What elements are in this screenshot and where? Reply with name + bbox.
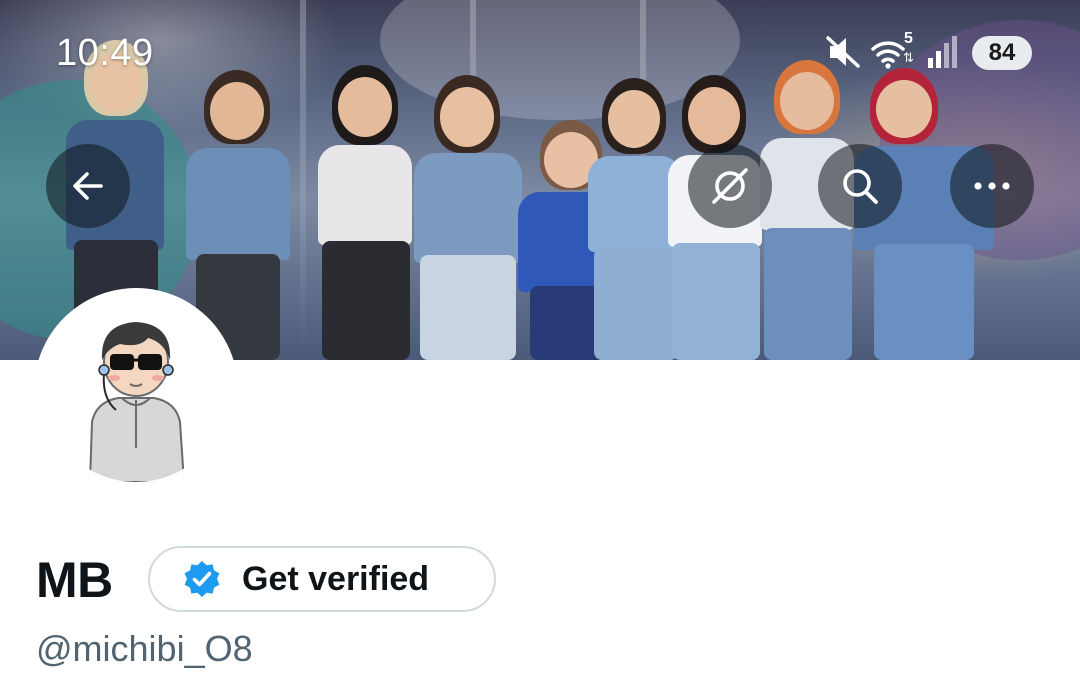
mute-icon (826, 36, 860, 68)
grok-button[interactable] (688, 144, 772, 228)
more-horizontal-icon (974, 182, 1010, 190)
profile-handle: @michibi_O8 (36, 628, 253, 669)
more-options-button[interactable] (950, 144, 1034, 228)
status-time: 10:49 (56, 32, 154, 74)
profile-avatar[interactable] (44, 298, 228, 482)
get-verified-button[interactable]: Get verified (148, 546, 496, 612)
status-bar: 10:49 5 ⇅ 84 (0, 0, 1080, 110)
search-button[interactable] (818, 144, 902, 228)
avatar-illustration (88, 322, 186, 482)
wifi-transfer-arrows-icon: ⇅ (903, 50, 914, 65)
get-verified-label: Get verified (242, 559, 430, 598)
profile-display-name: MB (36, 552, 113, 608)
wifi-icon (871, 41, 905, 69)
verified-badge-icon (184, 561, 220, 597)
signal-icon (928, 36, 957, 68)
arrow-left-icon (73, 172, 103, 200)
grok-slash-circle-icon (712, 168, 748, 204)
battery-indicator: 84 (972, 36, 1032, 70)
search-icon (843, 169, 878, 204)
banner-performer (410, 75, 525, 360)
back-button[interactable] (46, 144, 130, 228)
wifi-generation-label: 5 (904, 30, 913, 47)
